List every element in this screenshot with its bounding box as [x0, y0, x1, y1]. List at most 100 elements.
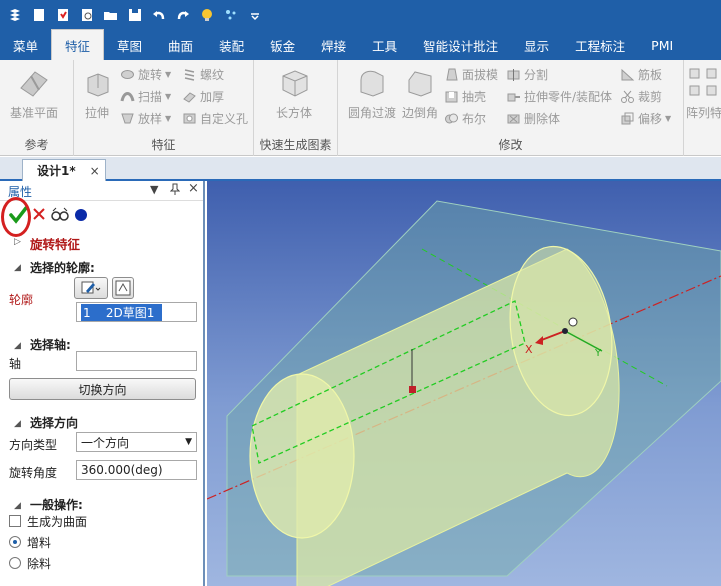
- model-canvas[interactable]: X Y: [207, 181, 721, 586]
- delete-body-icon: [507, 114, 520, 124]
- profile-field[interactable]: 1 2D草图1: [76, 302, 197, 322]
- add-material-radio[interactable]: [9, 536, 21, 548]
- delete-body-button[interactable]: 删除体: [506, 110, 560, 127]
- angle-input[interactable]: 360.000(deg): [76, 460, 197, 480]
- 3d-viewport[interactable]: X Y: [207, 181, 721, 586]
- apply-dot-icon[interactable]: [74, 208, 88, 225]
- collapse-icon[interactable]: ◢: [14, 501, 21, 511]
- collapse-icon[interactable]: ◢: [14, 341, 21, 351]
- trim-button[interactable]: 裁剪: [620, 88, 662, 105]
- thread-button[interactable]: 螺纹: [182, 66, 224, 83]
- tab-5[interactable]: 钣金: [257, 30, 308, 60]
- ribbon-group-reference: 基准平面 参考: [0, 60, 74, 156]
- fillet-button[interactable]: 圆角过渡: [348, 66, 396, 121]
- cuboid-button[interactable]: 长方体: [276, 66, 312, 121]
- close-icon[interactable]: ×: [188, 181, 199, 196]
- sparkle-icon[interactable]: [222, 6, 240, 24]
- switch-direction-button[interactable]: 切换方向: [9, 378, 196, 400]
- close-icon[interactable]: ×: [90, 164, 100, 178]
- tab-6[interactable]: 焊接: [308, 30, 359, 60]
- triad-handle[interactable]: [568, 317, 578, 327]
- document-tab[interactable]: 设计1* ×: [22, 159, 106, 181]
- tab-2[interactable]: 草图: [104, 30, 155, 60]
- cancel-x-icon[interactable]: [32, 207, 46, 224]
- bulb-icon[interactable]: [198, 6, 216, 24]
- app-logo-icon[interactable]: [6, 6, 24, 24]
- custom-hole-button[interactable]: 自定义孔: [182, 110, 248, 127]
- sweep-button[interactable]: 扫描 ▼: [120, 88, 171, 105]
- new-sketch-button[interactable]: [112, 277, 134, 299]
- loft-icon: [121, 113, 134, 124]
- tab-10[interactable]: 工程标注: [562, 30, 638, 60]
- section-axis-title: 选择轴:: [30, 338, 71, 352]
- loft-button[interactable]: 放样 ▼: [120, 110, 171, 127]
- rib-button[interactable]: 筋板: [620, 66, 662, 83]
- axis-field[interactable]: [76, 351, 197, 371]
- chamfer-button[interactable]: 边倒角: [402, 66, 438, 121]
- highlight-circle: [1, 197, 31, 237]
- extrude-part-icon: [507, 93, 520, 102]
- thicken-button[interactable]: 加厚: [182, 88, 224, 105]
- save-icon[interactable]: [126, 6, 144, 24]
- tab-11[interactable]: PMI: [638, 30, 686, 60]
- sketch-pick-button[interactable]: [74, 277, 108, 299]
- generate-surface-label: 生成为曲面: [27, 515, 88, 529]
- direction-type-label: 方向类型: [9, 438, 58, 452]
- ribbon-group-feature: 拉伸 旋转 ▼ 扫描 ▼ 放样 ▼ 螺纹 加厚 自定义孔 特征: [74, 60, 254, 156]
- remove-material-radio[interactable]: [9, 557, 21, 569]
- quick-access-toolbar: [0, 0, 721, 30]
- split-icon: [507, 69, 520, 81]
- axis-label: 轴: [9, 357, 22, 371]
- triad-origin[interactable]: [562, 328, 568, 334]
- open-folder-icon[interactable]: [102, 6, 120, 24]
- triad-x-label: X: [525, 343, 533, 356]
- chevron-down-icon: ▼: [185, 437, 192, 447]
- pin-icon[interactable]: [169, 183, 181, 198]
- tab-7[interactable]: 工具: [359, 30, 410, 60]
- collapse-icon[interactable]: ◢: [14, 419, 21, 429]
- dropdown-icon[interactable]: [246, 6, 264, 24]
- redo-icon[interactable]: [174, 6, 192, 24]
- cylinder-left-cap[interactable]: [249, 373, 355, 539]
- triad-y-label: Y: [594, 348, 602, 359]
- offset-icon: [621, 112, 634, 125]
- datum-plane-button[interactable]: 基准平面: [10, 66, 58, 121]
- profile-label: 轮廓: [9, 293, 34, 307]
- center-marker[interactable]: [409, 386, 416, 393]
- boolean-button[interactable]: 布尔: [444, 110, 486, 127]
- direction-type-select[interactable]: 一个方向 ▼: [76, 432, 197, 452]
- tab-0[interactable]: 菜单: [0, 30, 51, 60]
- draft-icon: [446, 68, 458, 81]
- undo-icon[interactable]: [150, 6, 168, 24]
- shell-button[interactable]: 抽壳: [444, 88, 486, 105]
- chevron-down-icon[interactable]: ▼: [150, 183, 158, 196]
- expand-icon[interactable]: ▷: [14, 237, 21, 247]
- property-panel: 属性 ▼ × ▷ 旋转特征 ◢ 选择的轮廓: 轮廓 1 2D草图1 ◢ 选择轴:: [0, 181, 205, 586]
- generate-surface-checkbox[interactable]: [9, 515, 21, 527]
- preview-glasses-icon[interactable]: [51, 207, 69, 224]
- array-feature-button[interactable]: 阵列特: [686, 66, 721, 121]
- boolean-icon: [445, 113, 458, 124]
- draft-button[interactable]: 面拔模: [444, 66, 498, 83]
- extrude-button[interactable]: 拉伸: [80, 66, 114, 121]
- offset-button[interactable]: 偏移 ▼: [620, 110, 671, 127]
- tab-4[interactable]: 装配: [206, 30, 257, 60]
- remove-material-label: 除料: [27, 557, 52, 571]
- ribbon-group-modify: 圆角过渡 边倒角 面拔模 抽壳 布尔 分割 拉伸零件/装配体 删除体 筋板 裁剪…: [338, 60, 684, 156]
- datum-plane-icon: [20, 71, 48, 97]
- new-file-icon[interactable]: [30, 6, 48, 24]
- collapse-icon[interactable]: ◢: [14, 263, 21, 273]
- save-as-icon[interactable]: [54, 6, 72, 24]
- tab-9[interactable]: 显示: [511, 30, 562, 60]
- section-profile-title: 选择的轮廓:: [30, 261, 95, 275]
- extrude-icon: [87, 73, 109, 97]
- revolve-button[interactable]: 旋转 ▼: [120, 66, 171, 83]
- tab-8[interactable]: 智能设计批注: [410, 30, 511, 60]
- rib-icon: [621, 68, 635, 81]
- extrude-to-part-button[interactable]: 拉伸零件/装配体: [506, 88, 612, 105]
- document-tab-strip: 设计1* ×: [0, 157, 721, 181]
- split-button[interactable]: 分割: [506, 66, 548, 83]
- tab-3[interactable]: 曲面: [155, 30, 206, 60]
- tab-1[interactable]: 特征: [51, 29, 105, 60]
- print-preview-icon[interactable]: [78, 6, 96, 24]
